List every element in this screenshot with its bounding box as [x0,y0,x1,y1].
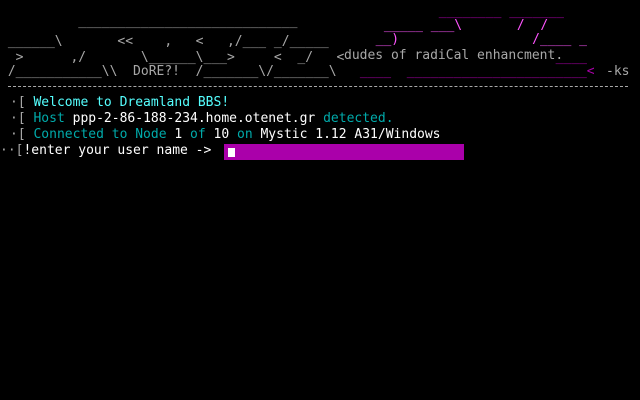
host-label: Host [33,111,73,126]
welcome-message: ·[ Welcome to Dreamland BBS! [10,95,230,110]
ascii-art-right-row-5: ____ _______________________< [352,64,611,79]
tagline: dudes of radiCal enhancment. [344,48,564,63]
host-suffix: detected. [315,111,394,126]
welcome-text: Welcome to Dreamland BBS! [33,95,230,110]
bbs-software: Mystic 1.12 A31/Windows [260,127,441,142]
bullet: · [10,95,18,110]
host-message: ·[ Host ppp-2-86-188-234.home.otenet.gr … [10,111,394,126]
node-total: 10 [213,127,230,142]
signature: -ks [606,64,630,79]
connected-label: Connected to Node [33,127,175,142]
ascii-art-right-row-3: __) /____ _ [360,32,595,47]
username-prompt: ··[!enter your user name -> [0,143,212,158]
text-cursor [228,148,235,157]
host-value: ppp-2-86-188-234.home.otenet.gr [72,111,316,126]
connected-message: ·[ Connected to Node 1 of 10 on Mystic 1… [10,127,441,142]
separator-line [8,86,628,89]
username-input[interactable] [224,144,464,160]
prompt-label: !enter your user name -> [23,143,212,158]
